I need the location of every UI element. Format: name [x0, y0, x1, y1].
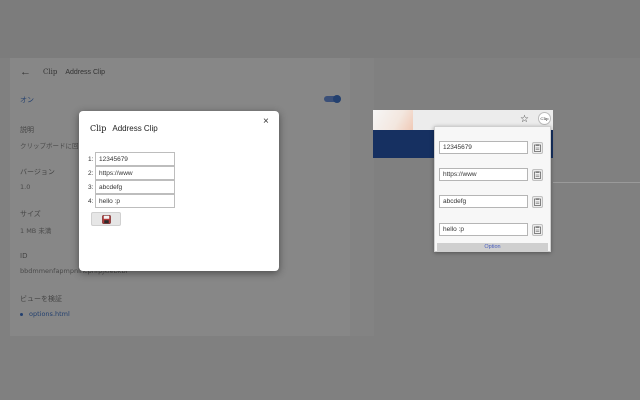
dialog-row-3: 3: abcdefg [88, 180, 175, 194]
background-top-bar [0, 0, 640, 58]
clipboard-icon [534, 225, 541, 234]
dialog-header: Clip Address Clip [90, 124, 158, 133]
floppy-disk-icon [101, 214, 111, 224]
copy-button-4[interactable] [532, 223, 543, 236]
row-number: 3: [88, 183, 94, 191]
background-title: Address Clip [65, 68, 106, 76]
browser-tab-area [373, 110, 413, 130]
background-card-edge [350, 58, 374, 336]
background-header: ← Clip Address Clip [20, 66, 105, 78]
section-value-description: クリップボードに回 [20, 142, 79, 150]
background-divider [553, 182, 640, 183]
popup-row-1: 12345679 [439, 141, 543, 154]
copy-button-2[interactable] [532, 168, 543, 181]
options-html-link[interactable]: options.html [29, 310, 70, 318]
section-label-version: バージョン [20, 168, 55, 176]
row-number: 1: [88, 155, 94, 163]
copy-button-1[interactable] [532, 141, 543, 154]
clipboard-icon [534, 197, 541, 206]
extension-popup: 12345679 https://www abcdefg hello :p Op… [434, 126, 551, 252]
clipboard-icon [534, 143, 541, 152]
section-value-version: 1.0 [20, 183, 31, 191]
dialog-row-1: 1: 12345679 [88, 152, 175, 166]
dialog-row-4: 4: hello :p [88, 194, 175, 208]
address-input-3[interactable]: abcdefg [95, 180, 175, 194]
option-link[interactable]: Option [437, 243, 548, 251]
inspect-link-row: options.html [20, 310, 70, 318]
popup-address-2[interactable]: https://www [439, 168, 528, 181]
save-button[interactable] [91, 212, 121, 226]
background-logo: Clip [43, 68, 58, 76]
section-label-inspect: ビューを検証 [20, 295, 62, 303]
options-dialog: Clip Address Clip × 1: 12345679 2: https… [79, 111, 279, 271]
extension-clip-icon[interactable]: Clip [538, 112, 551, 125]
popup-row-2: https://www [439, 168, 543, 181]
close-icon[interactable]: × [263, 117, 269, 127]
section-label-description: 説明 [20, 126, 34, 134]
bullet-dot [20, 312, 23, 316]
enable-toggle-knob[interactable] [333, 95, 341, 103]
section-value-size: 1 MB 未満 [20, 227, 52, 235]
popup-address-3[interactable]: abcdefg [439, 195, 528, 208]
address-input-1[interactable]: 12345679 [95, 152, 175, 166]
popup-address-4[interactable]: hello :p [439, 223, 528, 236]
row-number: 4: [88, 197, 94, 205]
section-label-id: ID [20, 252, 28, 260]
section-label-size: サイズ [20, 210, 41, 218]
clipboard-icon [534, 170, 541, 179]
popup-row-4: hello :p [439, 223, 543, 236]
dialog-title: Address Clip [112, 124, 158, 133]
popup-address-1[interactable]: 12345679 [439, 141, 528, 154]
toggle-label: オン [20, 97, 34, 104]
dialog-address-list: 1: 12345679 2: https://www 3: abcdefg 4:… [88, 152, 175, 208]
row-number: 2: [88, 169, 94, 177]
copy-button-3[interactable] [532, 195, 543, 208]
dialog-logo: Clip [90, 124, 107, 133]
popup-row-3: abcdefg [439, 195, 543, 208]
dialog-row-2: 2: https://www [88, 166, 175, 180]
address-input-4[interactable]: hello :p [95, 194, 175, 208]
back-arrow-icon[interactable]: ← [20, 66, 31, 78]
star-icon[interactable]: ☆ [520, 114, 529, 125]
address-input-2[interactable]: https://www [95, 166, 175, 180]
